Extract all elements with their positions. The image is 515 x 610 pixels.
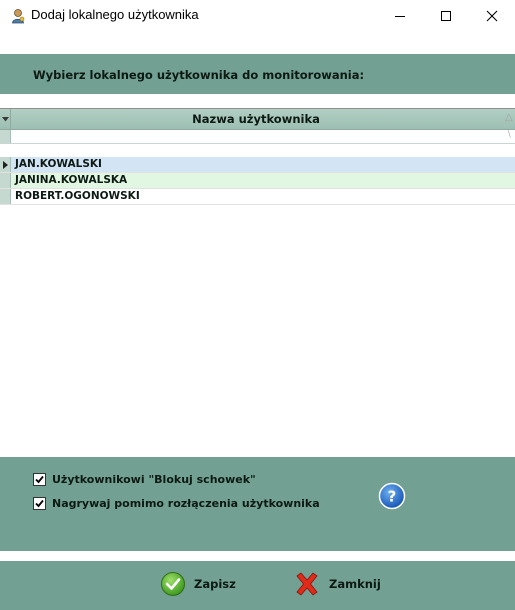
users-grid[interactable]: Nazwa użytkownika △ ∖ JAN.KOWALSKI JANIN… xyxy=(0,108,515,458)
checkmark-icon xyxy=(35,475,44,484)
button-band: Zapisz Zamknij xyxy=(0,561,515,610)
grid-menu-button[interactable] xyxy=(0,109,11,129)
record-after-disconnect-checkbox[interactable] xyxy=(33,497,46,510)
record-after-disconnect-option[interactable]: Nagrywaj pomimo rozłączenia użytkownika xyxy=(33,497,320,510)
row-indicator xyxy=(0,173,11,188)
row-indicator xyxy=(0,157,11,172)
options-band: Użytkownikowi "Blokuj schowek" Nagrywaj … xyxy=(0,457,515,551)
filter-row-indicator xyxy=(0,130,11,143)
close-button-label: Zamknij xyxy=(329,577,381,591)
username-cell: ROBERT.OGONOWSKI xyxy=(15,190,140,202)
minimize-icon xyxy=(395,16,405,17)
sort-indicator-icon[interactable]: △ xyxy=(505,112,513,123)
x-icon xyxy=(296,572,318,596)
save-button[interactable]: Zapisz xyxy=(160,567,236,601)
user-key-icon xyxy=(12,9,25,24)
table-row[interactable]: JAN.KOWALSKI xyxy=(0,157,515,173)
block-clipboard-label: Użytkownikowi "Blokuj schowek" xyxy=(52,473,256,486)
username-cell: JAN.KOWALSKI xyxy=(15,158,102,170)
username-cell: JANINA.KOWALSKA xyxy=(15,174,128,186)
table-row[interactable]: JANINA.KOWALSKA xyxy=(0,173,515,189)
row-indicator xyxy=(0,189,11,204)
check-icon xyxy=(161,572,185,596)
svg-text:?: ? xyxy=(388,488,397,506)
save-button-label: Zapisz xyxy=(194,577,236,591)
dialog-window: Dodaj lokalnego użytkownika Wybierz loka… xyxy=(0,0,515,610)
instruction-label: Wybierz lokalnego użytkownika do monitor… xyxy=(33,68,365,82)
close-window-button[interactable] xyxy=(469,0,515,32)
filter-row[interactable]: ∖ xyxy=(0,130,515,144)
filter-icon[interactable]: ∖ xyxy=(506,130,512,140)
help-icon[interactable]: ? xyxy=(378,482,406,510)
record-after-disconnect-label: Nagrywaj pomimo rozłączenia użytkownika xyxy=(52,497,320,510)
close-button[interactable]: Zamknij xyxy=(293,567,381,601)
window-title: Dodaj lokalnego użytkownika xyxy=(31,7,199,22)
current-row-arrow-icon xyxy=(2,160,8,169)
header-band: Wybierz lokalnego użytkownika do monitor… xyxy=(0,54,515,94)
maximize-icon xyxy=(441,11,451,21)
title-bar[interactable]: Dodaj lokalnego użytkownika xyxy=(0,0,515,32)
minimize-button[interactable] xyxy=(377,0,423,32)
maximize-button[interactable] xyxy=(423,0,469,32)
triangle-down-icon xyxy=(1,116,9,121)
column-header-username[interactable]: Nazwa użytkownika xyxy=(11,112,501,126)
table-row[interactable]: ROBERT.OGONOWSKI xyxy=(0,189,515,205)
block-clipboard-option[interactable]: Użytkownikowi "Blokuj schowek" xyxy=(33,473,256,486)
close-icon xyxy=(486,10,498,22)
block-clipboard-checkbox[interactable] xyxy=(33,473,46,486)
grid-header: Nazwa użytkownika △ xyxy=(0,109,515,130)
checkmark-icon xyxy=(35,499,44,508)
